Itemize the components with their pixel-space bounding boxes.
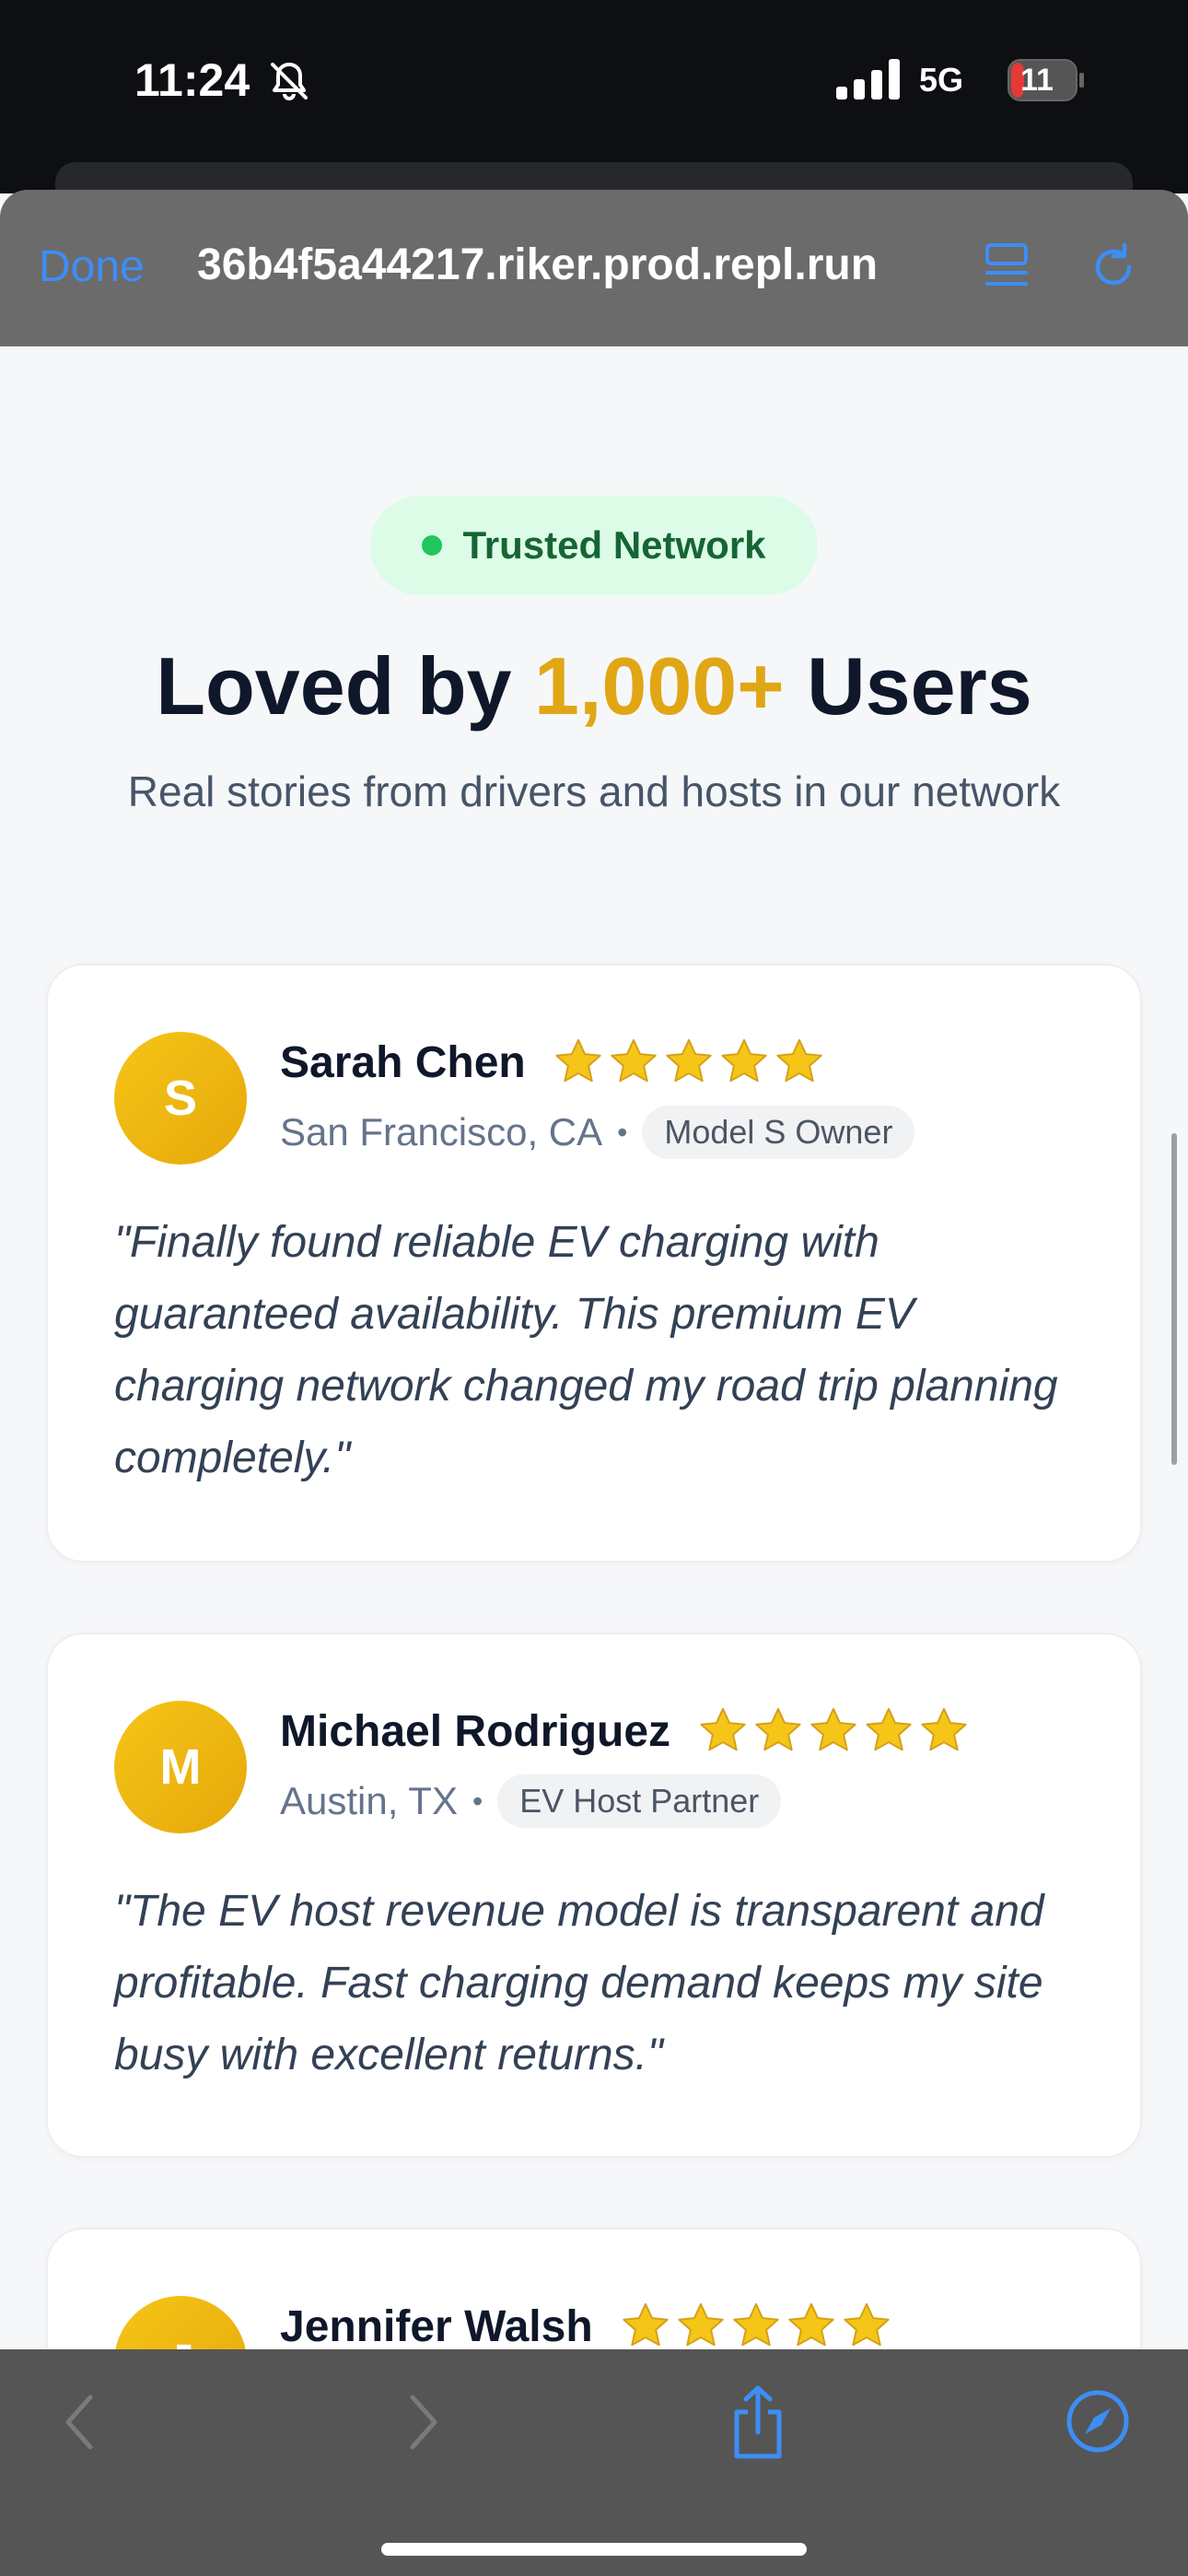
bell-slash-icon (271, 63, 308, 100)
url-field[interactable]: 36b4f5a44217.riker.prod.repl.run (197, 240, 934, 290)
network-type: 5G (919, 61, 964, 99)
done-button[interactable]: Done (39, 241, 145, 292)
name-row: Jennifer Walsh (280, 2300, 893, 2349)
star-icon (721, 1038, 767, 1083)
back-icon[interactable] (59, 2392, 99, 2453)
status-dot-icon (422, 535, 443, 556)
compass-icon[interactable] (1065, 2388, 1131, 2454)
avatar: S (114, 1032, 247, 1165)
star-icon (921, 1707, 967, 1751)
reload-icon[interactable] (1087, 240, 1140, 293)
star-icon (866, 1707, 912, 1751)
star-icon (555, 1038, 601, 1083)
star-icon (787, 2302, 834, 2347)
reviewer-name: Sarah Chen (280, 1037, 526, 1087)
reader-icon[interactable] (982, 241, 1031, 291)
star-rating (619, 2300, 893, 2349)
scrollbar[interactable] (1171, 1133, 1177, 1465)
battery-level: 11 (1020, 63, 1054, 98)
testimonial-card: M Michael Rodriguez Austin, TX • EV Host… (46, 1633, 1142, 2158)
star-icon (843, 2302, 890, 2347)
star-icon (732, 2302, 779, 2347)
separator: • (617, 1115, 628, 1149)
star-icon (666, 1038, 712, 1083)
headline-prefix: Loved by (156, 640, 535, 732)
role-badge: EV Host Partner (497, 1774, 782, 1828)
meta-row: San Francisco, CA • Model S Owner (280, 1106, 915, 1159)
home-indicator (381, 2543, 807, 2556)
reviewer-location: San Francisco, CA (280, 1110, 603, 1153)
headline-accent: 1,000+ (534, 640, 785, 732)
share-icon[interactable] (728, 2384, 788, 2462)
testimonial-quote: "Finally found reliable EV charging with… (114, 1218, 1058, 1482)
signal-icon (836, 59, 900, 100)
status-time: 11:24 (134, 54, 250, 106)
meta-row: Austin, TX • EV Host Partner (280, 1774, 782, 1828)
reviewer-location: Austin, TX (280, 1779, 458, 1822)
name-row: Sarah Chen (280, 1036, 826, 1089)
testimonial-card: J Jennifer Walsh (46, 2228, 1142, 2349)
section-subhead: Real stories from drivers and hosts in o… (127, 767, 1061, 815)
section-headline: Loved by 1,000+ Users (0, 639, 1188, 733)
star-icon (776, 1038, 822, 1083)
star-icon (622, 2302, 669, 2347)
testimonial-quote: "The EV host revenue model is transparen… (114, 1887, 1044, 2079)
star-icon (810, 1707, 856, 1751)
avatar: M (114, 1701, 247, 1833)
reviewer-name: Jennifer Walsh (280, 2301, 593, 2350)
reviewer-name: Michael Rodriguez (280, 1706, 671, 1756)
star-rating (552, 1036, 826, 1089)
name-row: Michael Rodriguez (280, 1704, 971, 1758)
forward-icon[interactable] (403, 2392, 444, 2453)
star-icon (700, 1707, 746, 1751)
star-icon (677, 2302, 724, 2347)
headline-suffix: Users (784, 640, 1032, 732)
star-icon (755, 1707, 801, 1751)
role-badge: Model S Owner (642, 1106, 915, 1159)
star-rating (696, 1704, 971, 1758)
badge-label: Trusted Network (462, 523, 766, 567)
page-content: Trusted Network Loved by 1,000+ Users Re… (0, 346, 1188, 2349)
trusted-network-badge: Trusted Network (370, 496, 818, 595)
separator: • (472, 1784, 483, 1818)
star-icon (611, 1038, 657, 1083)
testimonial-card: S Sarah Chen San Francisco, CA • Model S… (46, 964, 1142, 1563)
avatar: J (114, 2296, 247, 2349)
